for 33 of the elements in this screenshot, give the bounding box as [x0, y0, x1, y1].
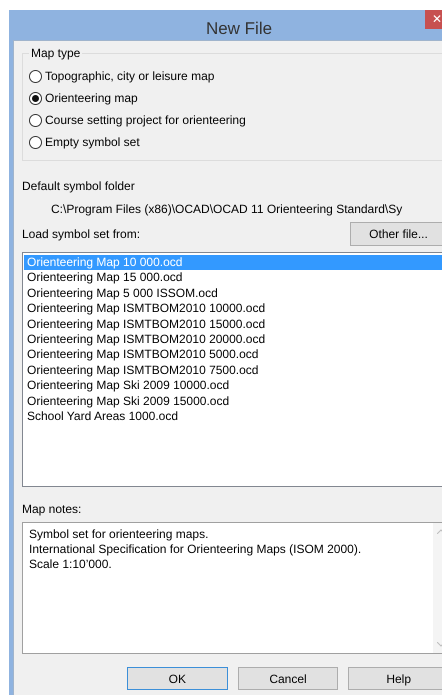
notes-line: International Specification for Orienteering Maps (ISOM 2000). [29, 542, 362, 557]
close-button[interactable]: ✕ [425, 10, 442, 29]
notes-line: Scale 1:10’000. [29, 557, 113, 572]
radio-label[interactable]: Empty symbol set [45, 134, 140, 150]
list-item[interactable]: Orienteering Map Ski 2009 10000.ocd [24, 378, 442, 394]
dialog-button[interactable]: OK [127, 667, 228, 690]
radio-button[interactable] [29, 92, 42, 104]
window-title: New File [204, 18, 274, 40]
list-item[interactable]: Orienteering Map 15 000.ocd [24, 270, 442, 286]
list-item[interactable]: Orienteering Map ISMTBOM2010 15000.ocd [24, 316, 442, 332]
notes-line: Symbol set for orienteering maps. [29, 527, 210, 542]
map-notes-field[interactable]: Symbol set for orienteering maps. International Specification for Orienteering Maps (ISOM 2000). Scale 1:10’000. [22, 522, 442, 654]
load-symbol-label: Load symbol set from: [22, 226, 140, 242]
dialog-button[interactable]: Cancel [238, 667, 338, 690]
group-legend: Map type [29, 46, 82, 60]
folder-label: Default symbol folder [22, 178, 136, 194]
map-notes-label: Map notes: [22, 501, 82, 517]
radio-button[interactable] [29, 136, 42, 148]
other-file-button[interactable]: Other file... [350, 222, 442, 246]
folder-path: C:\Program Files (x86)\OCAD\OCAD 11 Orienteering Standard\Sy [50, 201, 404, 217]
radio-button[interactable] [29, 114, 42, 126]
radio-label[interactable]: Orienteering map [45, 90, 138, 106]
radio-label[interactable]: Course setting project for orienteering [45, 112, 246, 128]
radio-label[interactable]: Topographic, city or leisure map [45, 68, 214, 84]
list-item[interactable]: School Yard Areas 1000.ocd [24, 408, 442, 424]
dialog-button[interactable]: Help [348, 667, 442, 690]
list-item[interactable]: Orienteering Map ISMTBOM2010 7500.ocd [24, 362, 442, 378]
list-item[interactable]: Orienteering Map 5 000 ISSOM.ocd [24, 286, 442, 302]
list-item[interactable]: Orienteering Map ISMTBOM2010 20000.ocd [24, 332, 442, 348]
list-item[interactable]: Orienteering Map ISMTBOM2010 10000.ocd [24, 301, 442, 317]
list-item[interactable]: Orienteering Map Ski 2009 15000.ocd [24, 394, 442, 409]
list-item[interactable]: Orienteering Map ISMTBOM2010 5000.ocd [24, 347, 442, 363]
radio-button[interactable] [29, 70, 42, 82]
